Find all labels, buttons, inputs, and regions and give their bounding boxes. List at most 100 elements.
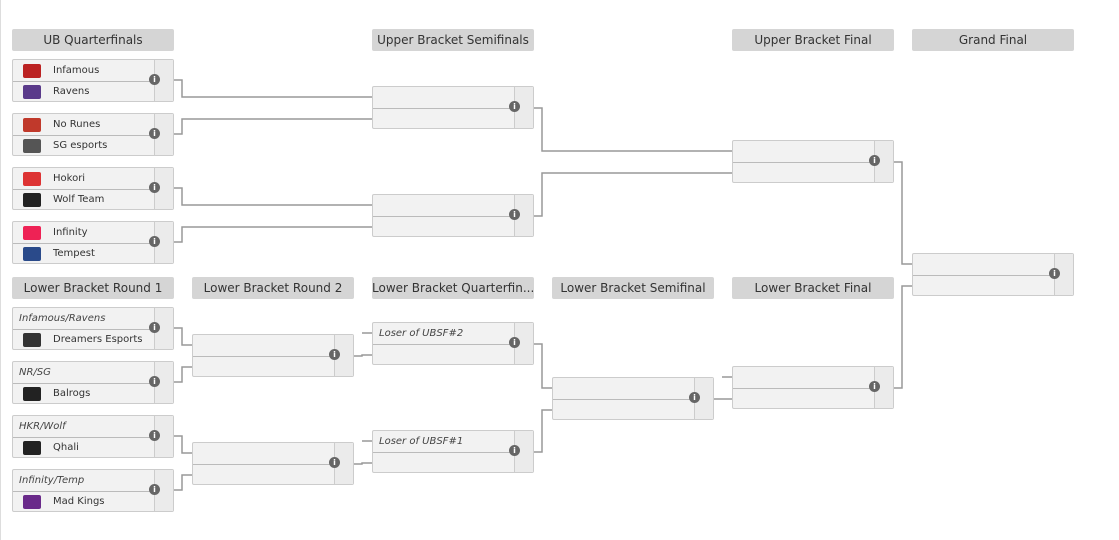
info-icon[interactable]: i: [509, 101, 520, 112]
team-slot[interactable]: [373, 344, 516, 365]
match[interactable]: Infinity/Temp Mad Kings i: [12, 469, 174, 512]
team-slot[interactable]: Loser of UBSF#1: [373, 431, 516, 453]
connector-line: [894, 161, 912, 265]
team-slot[interactable]: [373, 87, 516, 109]
connector-line: [174, 327, 192, 346]
info-icon[interactable]: i: [149, 74, 160, 85]
placeholder-label: HKR/Wolf: [19, 421, 66, 432]
team-name: Ravens: [53, 86, 90, 97]
match[interactable]: Loser of UBSF#2 i: [372, 322, 534, 365]
info-icon[interactable]: i: [509, 209, 520, 220]
team-slot[interactable]: Ravens: [13, 81, 156, 102]
team-slot[interactable]: [373, 452, 516, 473]
info-icon[interactable]: i: [329, 349, 340, 360]
placeholder-label: NR/SG: [19, 367, 51, 378]
team-slot[interactable]: [733, 162, 876, 183]
team-logo-icon: [23, 84, 41, 99]
connector-line: [174, 79, 372, 98]
match[interactable]: NR/SG Balrogs i: [12, 361, 174, 404]
team-slot[interactable]: Qhali: [13, 437, 156, 458]
team-slot[interactable]: [373, 216, 516, 237]
team-slot[interactable]: Dreamers Esports: [13, 329, 156, 350]
team-slot[interactable]: Tempest: [13, 243, 156, 264]
match[interactable]: i: [192, 334, 354, 377]
connector-line: [894, 285, 912, 389]
team-slot[interactable]: [193, 356, 336, 377]
team-slot[interactable]: [193, 335, 336, 357]
team-slot[interactable]: [733, 367, 876, 389]
info-icon[interactable]: i: [509, 445, 520, 456]
team-slot[interactable]: [193, 443, 336, 465]
info-icon[interactable]: i: [149, 236, 160, 247]
team-slot[interactable]: [733, 388, 876, 409]
match[interactable]: Hokori Wolf Team i: [12, 167, 174, 210]
connector-line: [534, 107, 732, 152]
info-icon[interactable]: i: [149, 322, 160, 333]
round-header: UB Quarterfinals: [12, 29, 174, 51]
team-name: Wolf Team: [53, 194, 105, 205]
match[interactable]: Infamous/Ravens Dreamers Esports i: [12, 307, 174, 350]
info-icon[interactable]: i: [149, 376, 160, 387]
match[interactable]: i: [732, 140, 894, 183]
round-header: Lower Bracket Final: [732, 277, 894, 299]
info-icon[interactable]: i: [149, 430, 160, 441]
team-slot[interactable]: [913, 275, 1056, 296]
team-slot[interactable]: [553, 378, 696, 400]
team-name: Infinity: [53, 227, 88, 238]
info-icon[interactable]: i: [509, 337, 520, 348]
team-slot[interactable]: Hokori: [13, 168, 156, 190]
team-slot[interactable]: Loser of UBSF#2: [373, 323, 516, 345]
team-slot[interactable]: No Runes: [13, 114, 156, 136]
match[interactable]: i: [912, 253, 1074, 296]
round-header: Grand Final: [912, 29, 1074, 51]
team-slot[interactable]: Infinity: [13, 222, 156, 244]
team-slot[interactable]: Mad Kings: [13, 491, 156, 512]
team-slot[interactable]: NR/SG: [13, 362, 156, 384]
team-logo-icon: [23, 386, 41, 401]
team-slot[interactable]: Wolf Team: [13, 189, 156, 210]
team-logo-icon: [23, 63, 41, 78]
team-slot[interactable]: [553, 399, 696, 420]
team-slot[interactable]: Infamous: [13, 60, 156, 82]
round-header: Upper Bracket Semifinals: [372, 29, 534, 51]
team-slot[interactable]: Infinity/Temp: [13, 470, 156, 492]
team-slot[interactable]: [193, 464, 336, 485]
info-icon[interactable]: i: [869, 381, 880, 392]
team-slot[interactable]: [373, 108, 516, 129]
match[interactable]: Infinity Tempest i: [12, 221, 174, 264]
team-slot[interactable]: Infamous/Ravens: [13, 308, 156, 330]
match[interactable]: i: [732, 366, 894, 409]
match[interactable]: HKR/Wolf Qhali i: [12, 415, 174, 458]
round-header: Lower Bracket Quarterfin...: [372, 277, 534, 299]
team-slot[interactable]: [373, 195, 516, 217]
info-icon[interactable]: i: [329, 457, 340, 468]
team-name: Tempest: [53, 248, 95, 259]
bracket: UB Quarterfinals Upper Bracket Semifinals…: [0, 0, 1119, 540]
match[interactable]: i: [372, 86, 534, 129]
round-header: Lower Bracket Round 1: [12, 277, 174, 299]
team-name: Hokori: [53, 173, 86, 184]
match[interactable]: i: [552, 377, 714, 420]
match[interactable]: Infamous Ravens i: [12, 59, 174, 102]
info-icon[interactable]: i: [149, 182, 160, 193]
team-logo-icon: [23, 332, 41, 347]
match[interactable]: i: [372, 194, 534, 237]
info-icon[interactable]: i: [149, 128, 160, 139]
team-name: Mad Kings: [53, 496, 105, 507]
team-slot[interactable]: HKR/Wolf: [13, 416, 156, 438]
match[interactable]: i: [192, 442, 354, 485]
team-slot[interactable]: [913, 254, 1056, 276]
team-slot[interactable]: SG esports: [13, 135, 156, 156]
info-icon[interactable]: i: [1049, 268, 1060, 279]
info-icon[interactable]: i: [689, 392, 700, 403]
match[interactable]: Loser of UBSF#1 i: [372, 430, 534, 473]
info-icon[interactable]: i: [869, 155, 880, 166]
info-icon[interactable]: i: [149, 484, 160, 495]
connector-line: [174, 366, 192, 383]
placeholder-label: Infamous/Ravens: [19, 313, 106, 324]
round-header: Lower Bracket Round 2: [192, 277, 354, 299]
match[interactable]: No Runes SG esports i: [12, 113, 174, 156]
team-logo-icon: [23, 246, 41, 261]
team-slot[interactable]: Balrogs: [13, 383, 156, 404]
team-slot[interactable]: [733, 141, 876, 163]
